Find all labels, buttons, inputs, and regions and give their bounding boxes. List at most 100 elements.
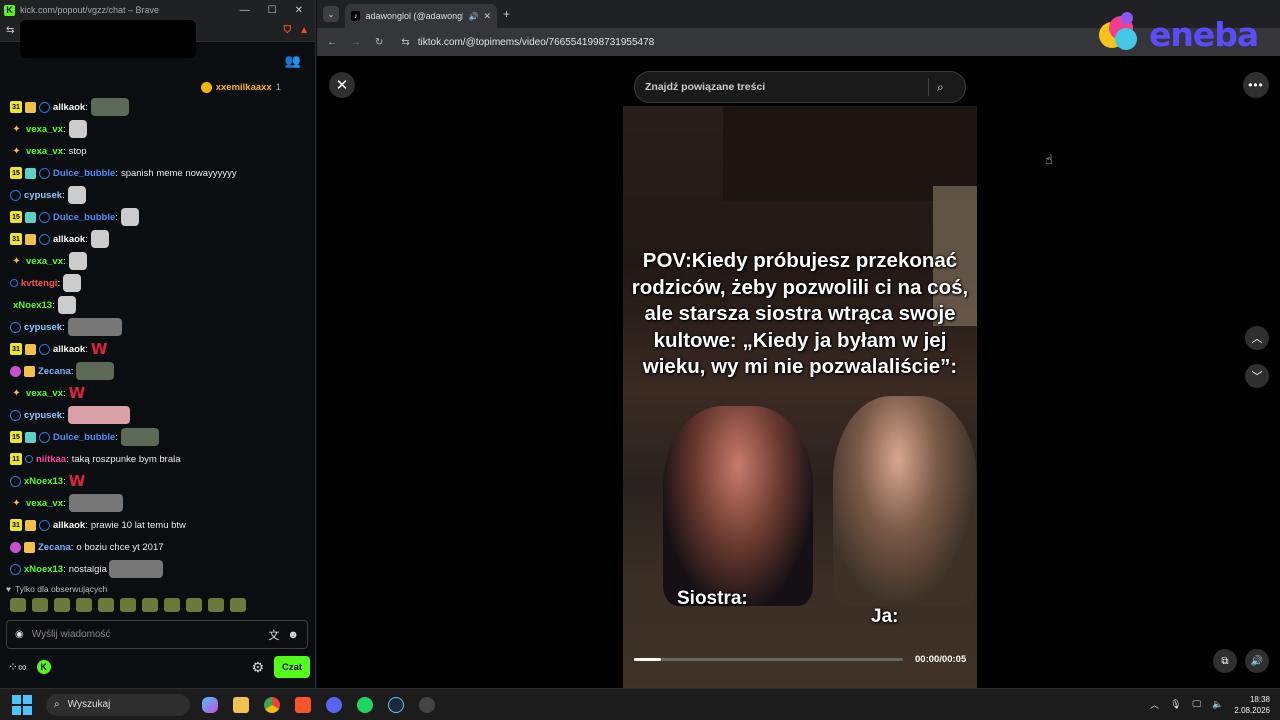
related-search-input[interactable] — [645, 81, 920, 93]
chat-username[interactable]: niitkaa — [36, 454, 66, 465]
steam-icon[interactable] — [388, 696, 404, 713]
emoji-icon[interactable]: ☻ — [287, 629, 299, 641]
emote-image[interactable] — [68, 252, 87, 270]
window-titlebar[interactable]: K kick.com/popout/vgzz/chat – Brave — ☐ … — [0, 0, 315, 20]
back-icon[interactable]: ← — [327, 37, 337, 48]
chat-message[interactable]: 31 allkaok: — [0, 228, 316, 250]
chat-message[interactable]: xNoex13: — [0, 294, 316, 316]
chat-username[interactable]: kvttengi — [21, 278, 57, 289]
close-window-icon[interactable]: ✕ — [295, 5, 303, 16]
quick-emote[interactable] — [164, 598, 180, 612]
minimize-icon[interactable]: — — [240, 5, 250, 16]
chat-username[interactable]: xNoex13 — [24, 476, 63, 487]
emote-image[interactable] — [67, 186, 86, 204]
quick-emote[interactable] — [54, 598, 70, 612]
chat-message-list[interactable]: 31 allkaok: ✦ vexa_vx: ✦ vexa_vx: stop 15 Dulce_… — [0, 96, 316, 580]
more-options-button[interactable]: ••• — [1243, 72, 1269, 98]
gear-icon[interactable]: ⚙ — [251, 659, 264, 676]
chat-username[interactable]: allkaok — [53, 234, 85, 245]
network-icon[interactable]: 🖵 — [1193, 699, 1202, 710]
video-progress-bar[interactable] — [634, 658, 903, 661]
start-button[interactable] — [12, 694, 32, 715]
chat-username[interactable]: Dulce_bubble — [53, 168, 115, 179]
w-emote[interactable]: W — [69, 472, 86, 490]
w-emote[interactable]: W — [91, 340, 108, 358]
volume-button[interactable]: 🔊 — [1245, 649, 1269, 673]
chrome-icon[interactable] — [264, 696, 280, 713]
emote-image[interactable] — [67, 318, 122, 336]
chat-username[interactable]: vexa_vx — [26, 146, 63, 157]
picture-in-picture-button[interactable]: ⧉ — [1213, 649, 1237, 673]
volume-icon[interactable]: 🔈 — [1212, 699, 1223, 710]
chat-message[interactable]: xNoex13: nostalgia — [0, 558, 316, 580]
chat-message[interactable]: ✦ vexa_vx: stop — [0, 140, 316, 162]
emote-image[interactable] — [68, 494, 123, 512]
tab-close-icon[interactable]: ✕ — [483, 11, 491, 22]
tab-search-icon[interactable]: ⌄ — [323, 6, 339, 22]
close-video-button[interactable]: ✕ — [329, 72, 355, 98]
chat-message[interactable]: 31 allkaok: prawie 10 lat temu btw — [0, 514, 316, 536]
tab-audio-icon[interactable]: 🔊 — [468, 12, 478, 21]
emote-image[interactable] — [120, 208, 139, 226]
emote-image[interactable] — [76, 362, 115, 380]
quick-emote[interactable] — [120, 598, 136, 612]
w-emote[interactable]: W — [69, 384, 86, 402]
chat-username[interactable]: cypusek — [24, 410, 62, 421]
chat-message[interactable]: Zecana: o boziu chce yt 2017 — [0, 536, 316, 558]
message-input[interactable] — [31, 629, 261, 640]
chat-username[interactable]: Dulce_bubble — [53, 212, 115, 223]
chat-message[interactable]: cypusek: — [0, 316, 316, 338]
reload-icon[interactable]: ↻ — [375, 37, 383, 48]
chat-username[interactable]: allkaok — [53, 344, 85, 355]
quick-emote[interactable] — [230, 598, 246, 612]
taskbar-search[interactable]: ⌕ Wyszukaj — [46, 693, 190, 716]
brave-rewards-icon[interactable]: ▲ — [299, 25, 309, 36]
emote-image[interactable] — [67, 406, 130, 424]
chat-message[interactable]: ✦ vexa_vx: — [0, 118, 316, 140]
chat-message[interactable]: xNoex13: W — [0, 470, 316, 492]
previous-video-button[interactable]: ︿ — [1245, 326, 1269, 350]
chat-username[interactable]: xNoex13 — [13, 300, 52, 311]
gog-icon[interactable] — [419, 696, 435, 713]
chat-username[interactable]: Dulce_bubble — [53, 432, 115, 443]
emote-image[interactable] — [90, 230, 109, 248]
chat-mode-icon[interactable]: ◉ — [15, 629, 24, 640]
search-icon[interactable]: ⌕ — [937, 80, 965, 95]
quick-emote[interactable] — [142, 598, 158, 612]
brave-icon[interactable] — [295, 696, 311, 713]
url-text[interactable]: tiktok.com/@topimems/video/7665541998731… — [418, 37, 654, 48]
quick-emote[interactable] — [76, 598, 92, 612]
chat-message[interactable]: cypusek: — [0, 404, 316, 426]
forward-icon[interactable]: → — [351, 37, 361, 48]
chat-username[interactable]: vexa_vx — [26, 256, 63, 267]
tab-tiktok[interactable]: ♪ adawonglol (@adawonglol) 🔊 ✕ — [345, 4, 497, 28]
chat-username[interactable]: allkaok — [53, 102, 85, 113]
quick-emote[interactable] — [186, 598, 202, 612]
maximize-icon[interactable]: ☐ — [268, 5, 277, 16]
chat-message[interactable]: ✦ vexa_vx: — [0, 492, 316, 514]
chat-username[interactable]: allkaok — [53, 520, 85, 531]
chat-message[interactable]: 15 Dulce_bubble: spanish meme nowayyyyyy — [0, 162, 316, 184]
discord-icon[interactable] — [326, 696, 342, 713]
chat-message[interactable]: ✦ vexa_vx: — [0, 250, 316, 272]
chat-username[interactable]: cypusek — [24, 322, 62, 333]
quick-emote[interactable] — [32, 598, 48, 612]
emote-image[interactable] — [120, 428, 159, 446]
emote-image[interactable] — [68, 120, 87, 138]
kicks-icon[interactable]: ⁘∞ — [8, 660, 27, 674]
translate-icon[interactable]: 文 — [268, 627, 279, 643]
brave-shields-icon[interactable]: ⛉ — [284, 25, 292, 36]
emote-image[interactable] — [109, 560, 164, 578]
copilot-icon[interactable] — [202, 696, 218, 713]
kick-badge-icon[interactable]: K — [36, 660, 51, 674]
quick-emote[interactable] — [208, 598, 224, 612]
chat-message[interactable]: 15 Dulce_bubble: — [0, 426, 316, 448]
emote-image[interactable] — [63, 274, 82, 292]
chat-message[interactable]: ✦ vexa_vx: W — [0, 382, 316, 404]
chat-username[interactable]: vexa_vx — [26, 498, 63, 509]
chat-send-button[interactable]: Czat — [274, 656, 310, 678]
chat-username[interactable]: Zecana — [38, 366, 71, 377]
chat-message[interactable]: 15 Dulce_bubble: — [0, 206, 316, 228]
video-frame[interactable]: POV:Kiedy próbujesz przekonać rodziców, … — [623, 106, 977, 720]
spotify-icon[interactable] — [357, 696, 373, 713]
